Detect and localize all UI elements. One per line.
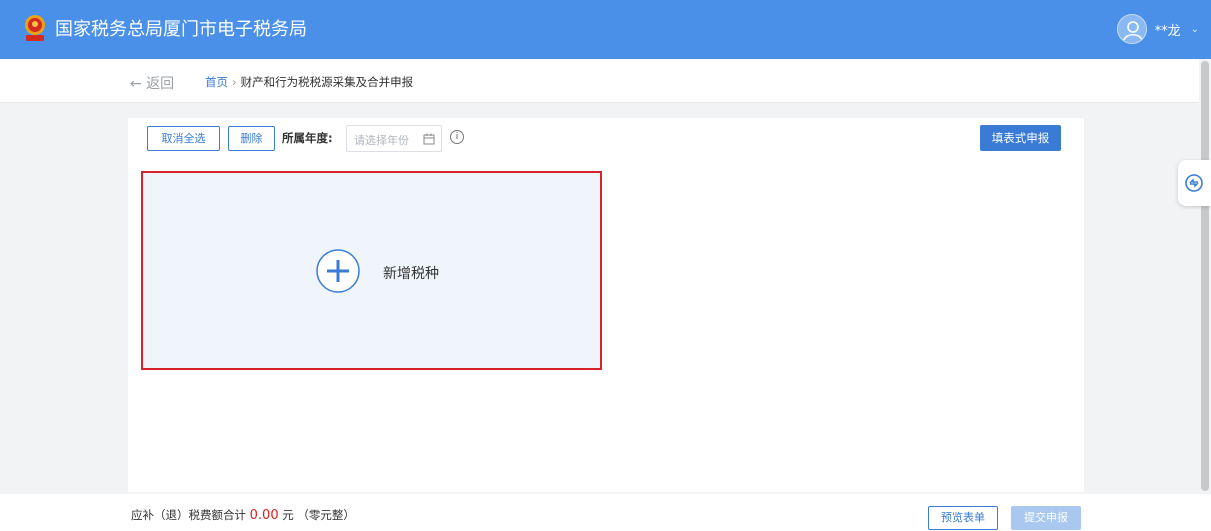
info-icon[interactable]: i	[450, 130, 464, 144]
plus-circle-icon[interactable]	[315, 248, 361, 294]
assistant-float-button[interactable]	[1178, 160, 1211, 206]
top-header: 国家税务总局厦门市电子税务局 **龙 ⌄	[0, 0, 1211, 59]
total-words: （零元整）	[297, 508, 355, 522]
form-declare-button[interactable]: 填表式申报	[980, 125, 1061, 151]
app-title: 国家税务总局厦门市电子税务局	[55, 19, 307, 40]
total-summary: 应补（退）税费额合计 0.00 元 （零元整）	[131, 507, 355, 523]
main-panel: 取消全选 删除 所属年度: 请选择年份 i 填表式申报 新增税种	[128, 118, 1084, 492]
back-link[interactable]: ← 返回	[130, 73, 174, 93]
national-emblem-icon	[25, 15, 45, 41]
total-amount: 0.00	[249, 508, 279, 523]
preview-form-button[interactable]: 预览表单	[928, 506, 998, 530]
year-picker-input[interactable]: 请选择年份	[346, 125, 442, 152]
user-menu[interactable]: **龙 ⌄	[1116, 14, 1199, 44]
username[interactable]: **龙	[1155, 20, 1181, 39]
add-tax-label[interactable]: 新增税种	[383, 263, 439, 283]
year-placeholder: 请选择年份	[354, 134, 409, 147]
year-label: 所属年度:	[282, 131, 333, 145]
breadcrumb-current: 财产和行为税税源采集及合并申报	[240, 75, 414, 89]
assistant-icon	[1185, 174, 1203, 192]
submit-declaration-button[interactable]: 提交申报	[1011, 506, 1081, 530]
chevron-down-icon[interactable]: ⌄	[1191, 24, 1199, 35]
total-prefix: 应补（退）税费额合计	[131, 508, 246, 522]
avatar[interactable]	[1116, 14, 1147, 44]
breadcrumb: 首页 › 财产和行为税税源采集及合并申报	[205, 74, 413, 90]
breadcrumb-home[interactable]: 首页	[205, 75, 228, 89]
breadcrumb-separator-icon: ›	[232, 75, 237, 89]
delete-button[interactable]: 删除	[228, 126, 275, 151]
calendar-icon	[423, 133, 435, 145]
user-icon	[1122, 21, 1143, 41]
footer-bar: 应补（退）税费额合计 0.00 元 （零元整） 预览表单 提交申报	[0, 494, 1211, 531]
add-tax-card[interactable]: 新增税种	[141, 171, 602, 370]
toolbar: 取消全选 删除 所属年度: 请选择年份 i 填表式申报	[128, 118, 1084, 160]
scrollbar-thumb[interactable]	[1201, 61, 1209, 491]
breadcrumb-bar: ← 返回 首页 › 财产和行为税税源采集及合并申报	[0, 59, 1211, 103]
total-unit: 元	[282, 508, 294, 522]
deselect-all-button[interactable]: 取消全选	[147, 126, 220, 151]
